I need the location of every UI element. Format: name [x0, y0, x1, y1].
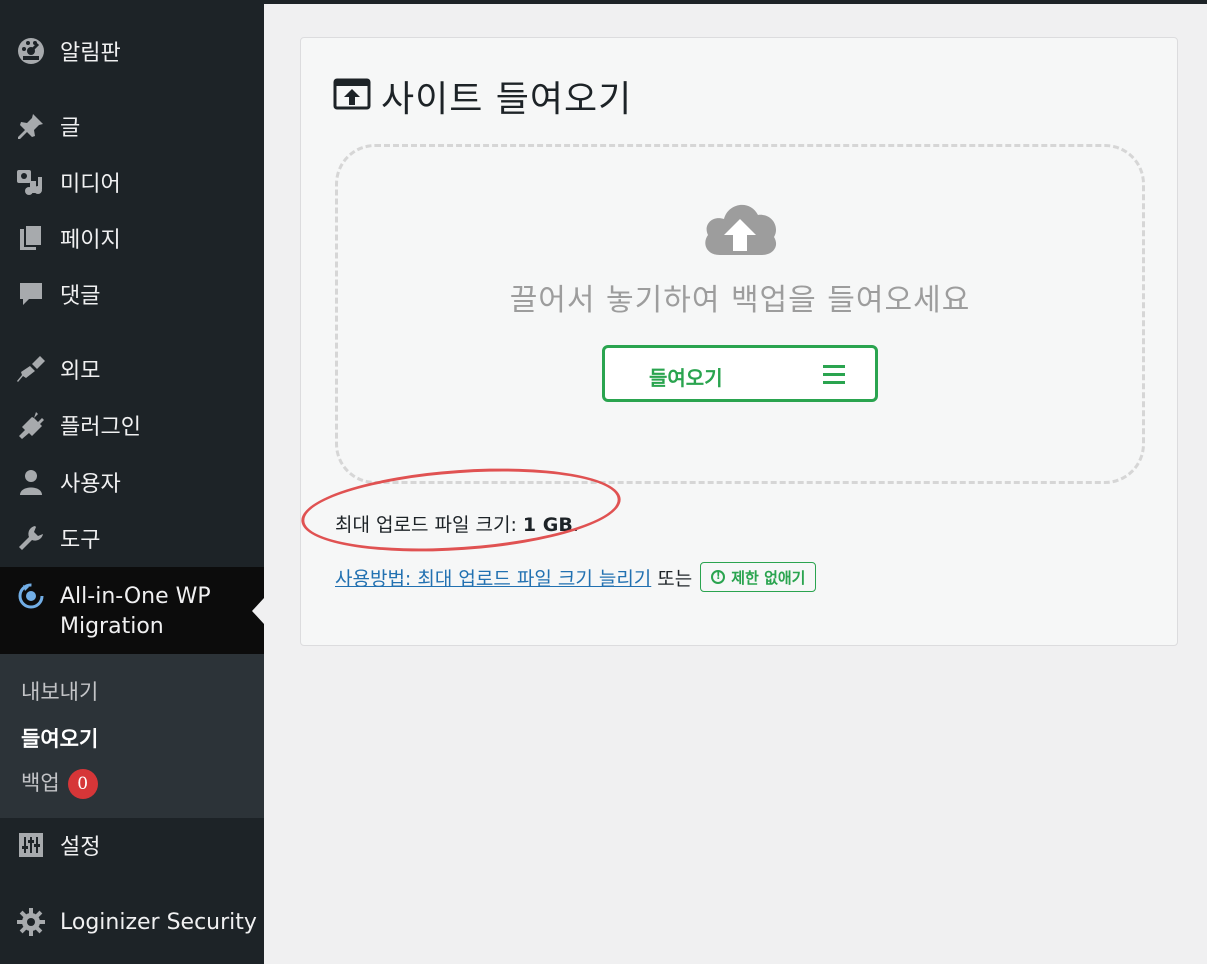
- cloud-upload-icon: [700, 197, 780, 263]
- howto-increase-upload-link[interactable]: 사용방법: 최대 업로드 파일 크기 늘리기: [335, 564, 651, 591]
- sidebar-item-label: 설정: [60, 835, 101, 860]
- site-import-icon: [333, 77, 371, 115]
- sidebar-item-posts[interactable]: 글: [0, 109, 264, 143]
- admin-sidebar: 알림판 글 미디어 페이지 댓글 외모 플러그인 사용자 도구 All-in-O…: [0, 0, 264, 964]
- sidebar-item-pages[interactable]: 페이지: [0, 221, 264, 255]
- or-text: 또는: [657, 567, 693, 590]
- import-from-button[interactable]: 들여오기: [602, 345, 878, 402]
- sidebar-item-tools[interactable]: 도구: [0, 521, 264, 555]
- sidebar-item-label: 글: [60, 116, 81, 141]
- max-size-value: 1 GB: [522, 514, 573, 536]
- import-button-label: 들여오기: [649, 366, 723, 390]
- sidebar-item-appearance[interactable]: 외모: [0, 352, 264, 386]
- sidebar-item-label: 외모: [60, 359, 101, 384]
- submenu-item-import[interactable]: 들여오기: [21, 723, 98, 753]
- gear-icon: [16, 907, 46, 937]
- tools-icon: [16, 523, 46, 553]
- remove-limit-button[interactable]: ! 제한 없애기: [700, 562, 817, 592]
- submenu-item-export[interactable]: 내보내기: [21, 676, 98, 706]
- dashboard-icon: [16, 36, 46, 66]
- active-menu-arrow: [252, 597, 264, 624]
- hamburger-menu-icon: [823, 363, 845, 390]
- max-size-label: 최대 업로드 파일 크기:: [335, 514, 517, 536]
- sidebar-item-label: 미디어: [60, 172, 121, 197]
- sidebar-item-label: 도구: [60, 528, 101, 553]
- sidebar-item-label: Loginizer Security: [60, 909, 257, 935]
- sidebar-item-label: 페이지: [60, 228, 121, 253]
- media-icon: [16, 167, 46, 197]
- sidebar-item-label-line1: All-in-One WP: [60, 584, 211, 609]
- backup-count-badge: 0: [67, 769, 98, 799]
- import-panel: 사이트 들여오기 끌어서 놓기하여 백업을 들여오세요 들여오기 최대 업로드 …: [298, 37, 1178, 646]
- sidebar-item-comments[interactable]: 댓글: [0, 277, 264, 311]
- max-size-suffix: .: [572, 514, 579, 536]
- sidebar-item-label: 사용자: [60, 472, 121, 497]
- drop-zone[interactable]: 끌어서 놓기하여 백업을 들여오세요 들여오기: [335, 144, 1145, 484]
- sidebar-item-label: 플러그인: [60, 415, 141, 440]
- ai1wm-icon: [16, 581, 46, 611]
- remove-limit-label: 제한 없애기: [731, 568, 806, 587]
- exclamation-circle-icon: !: [711, 570, 726, 584]
- submenu-item-label: 백업: [21, 771, 60, 795]
- sidebar-item-media[interactable]: 미디어: [0, 165, 264, 199]
- drop-instructions: 끌어서 놓기하여 백업을 들여오세요: [509, 283, 971, 318]
- pushpin-icon: [16, 111, 46, 141]
- sidebar-item-settings[interactable]: 설정: [0, 828, 264, 862]
- sidebar-item-label: 댓글: [60, 284, 101, 309]
- sidebar-item-label: 알림판: [60, 41, 121, 66]
- appearance-icon: [16, 354, 46, 384]
- main-content: 사이트 들여오기 끌어서 놓기하여 백업을 들여오세요 들여오기 최대 업로드 …: [264, 4, 1207, 964]
- comments-icon: [16, 279, 46, 309]
- howto-row: 사용방법: 최대 업로드 파일 크기 늘리기 또는 ! 제한 없애기: [335, 562, 817, 592]
- sidebar-item-users[interactable]: 사용자: [0, 465, 264, 499]
- sidebar-item-plugins[interactable]: 플러그인: [0, 408, 264, 442]
- settings-icon: [16, 830, 46, 860]
- panel-header: 사이트 들여오기: [333, 70, 632, 122]
- sidebar-submenu: 내보내기 들여오기 백업 0: [0, 654, 264, 818]
- submenu-item-backups[interactable]: 백업 0: [21, 767, 98, 799]
- page-title: 사이트 들여오기: [381, 79, 633, 120]
- sidebar-item-all-in-one-wp-migration[interactable]: All-in-One WP Migration: [0, 567, 264, 654]
- plugins-icon: [16, 410, 46, 440]
- sidebar-item-dashboard[interactable]: 알림판: [0, 34, 264, 68]
- users-icon: [16, 467, 46, 497]
- sidebar-item-loginizer-security[interactable]: Loginizer Security: [0, 905, 264, 939]
- max-upload-size: 최대 업로드 파일 크기: 1 GB.: [335, 510, 579, 537]
- pages-icon: [16, 223, 46, 253]
- sidebar-item-label-line2: Migration: [60, 614, 164, 639]
